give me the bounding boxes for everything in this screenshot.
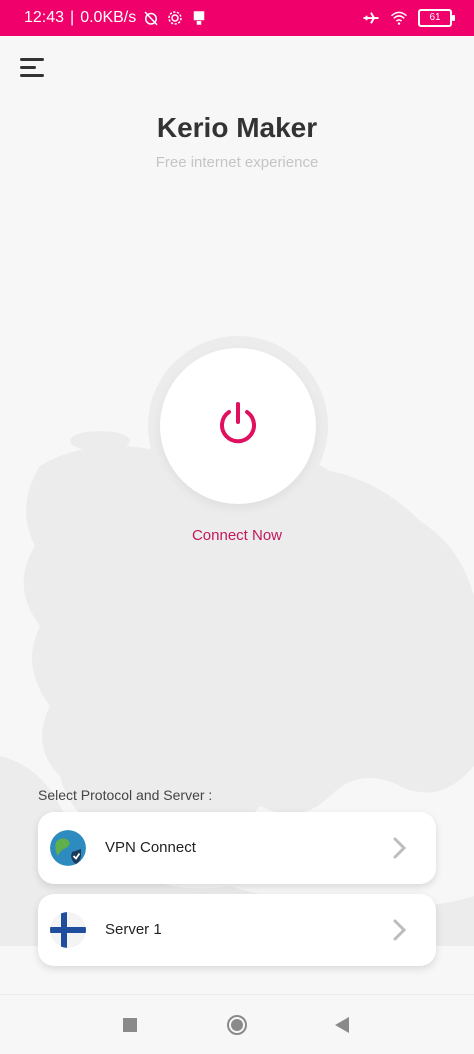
menu-button[interactable]: [20, 58, 48, 80]
status-right: 61: [362, 9, 455, 27]
battery-level: 61: [429, 12, 441, 23]
menu-line: [20, 66, 36, 69]
status-left: 12:43 | 0.0KB/s: [24, 9, 208, 27]
chevron-right-icon: [393, 919, 407, 941]
status-network-speed: 0.0KB/s: [80, 9, 137, 26]
back-button[interactable]: [334, 1016, 350, 1034]
settings-icon: [168, 11, 182, 25]
protocol-label: VPN Connect: [105, 839, 196, 856]
menu-line: [20, 74, 44, 77]
recents-button[interactable]: [122, 1017, 138, 1033]
main-screen: Kerio Maker Free internet experience Con…: [0, 36, 474, 994]
status-time: 12:43: [24, 9, 65, 26]
airplane-icon: [363, 12, 379, 24]
muted-alarm-icon: [144, 11, 158, 26]
finland-flag-icon: [50, 912, 86, 948]
protocol-card[interactable]: VPN Connect: [38, 812, 436, 884]
select-protocol-label: Select Protocol and Server :: [38, 787, 213, 803]
power-button[interactable]: [160, 348, 316, 504]
status-bar: 12:43 | 0.0KB/s 61: [0, 0, 474, 36]
server-card[interactable]: Server 1: [38, 894, 436, 966]
status-separator: |: [70, 9, 75, 26]
notification-icon: [193, 11, 205, 25]
connect-now-label[interactable]: Connect Now: [0, 527, 474, 544]
server-label: Server 1: [105, 921, 162, 938]
menu-line: [20, 58, 44, 61]
home-button[interactable]: [226, 1014, 248, 1036]
wifi-icon: [390, 11, 408, 25]
chevron-right-icon: [393, 837, 407, 859]
navigation-bar: [0, 994, 474, 1054]
app-title: Kerio Maker: [156, 112, 318, 143]
power-icon: [220, 402, 256, 444]
globe-shield-icon: [50, 830, 86, 866]
app-subtitle: Free internet experience: [155, 154, 319, 171]
battery-icon: 61: [418, 9, 455, 27]
